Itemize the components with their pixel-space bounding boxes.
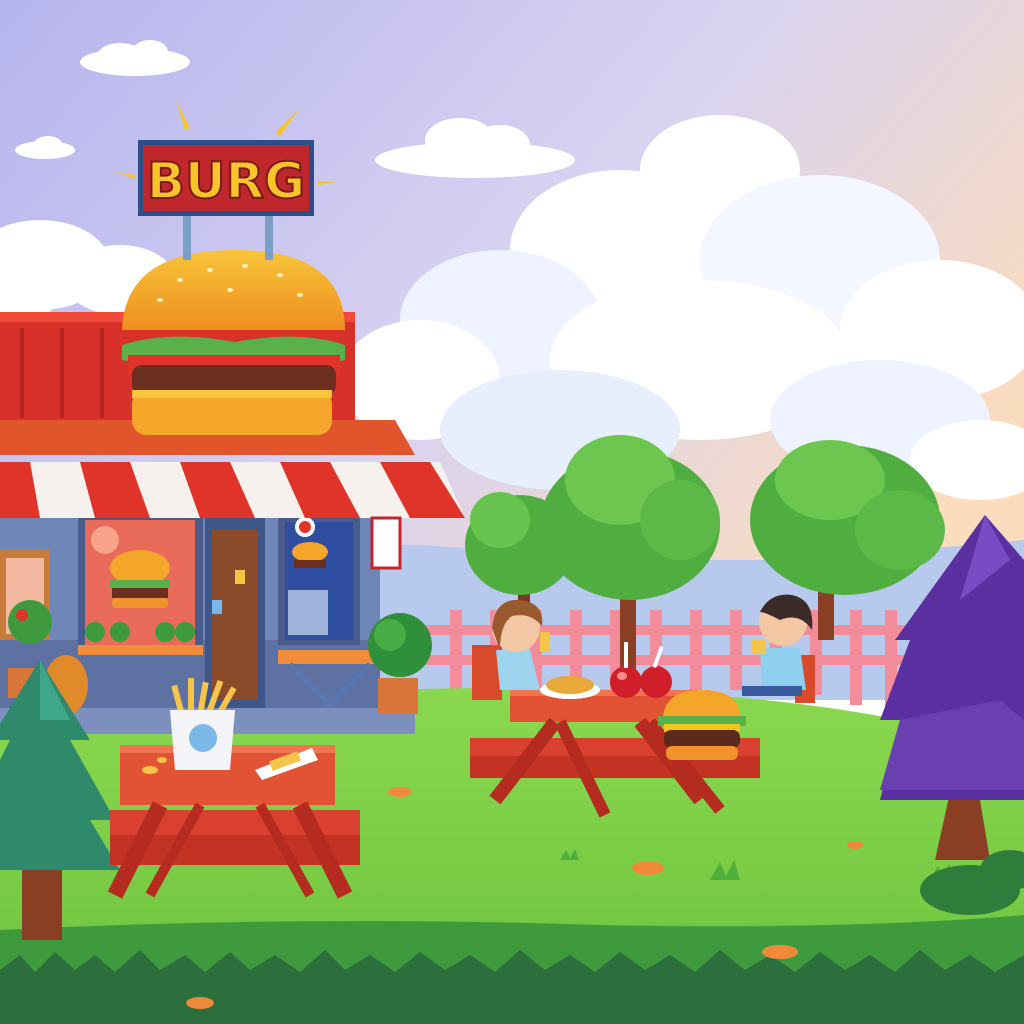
- burger-on-table-icon: [658, 690, 746, 760]
- shop-awning: [0, 462, 465, 518]
- hanging-sign: [370, 516, 402, 570]
- game-scene: BURG: [0, 0, 1024, 1024]
- giant-burger-icon: [122, 250, 345, 435]
- mini-burger-icon: [110, 550, 170, 608]
- sign-title: BURG: [147, 152, 305, 210]
